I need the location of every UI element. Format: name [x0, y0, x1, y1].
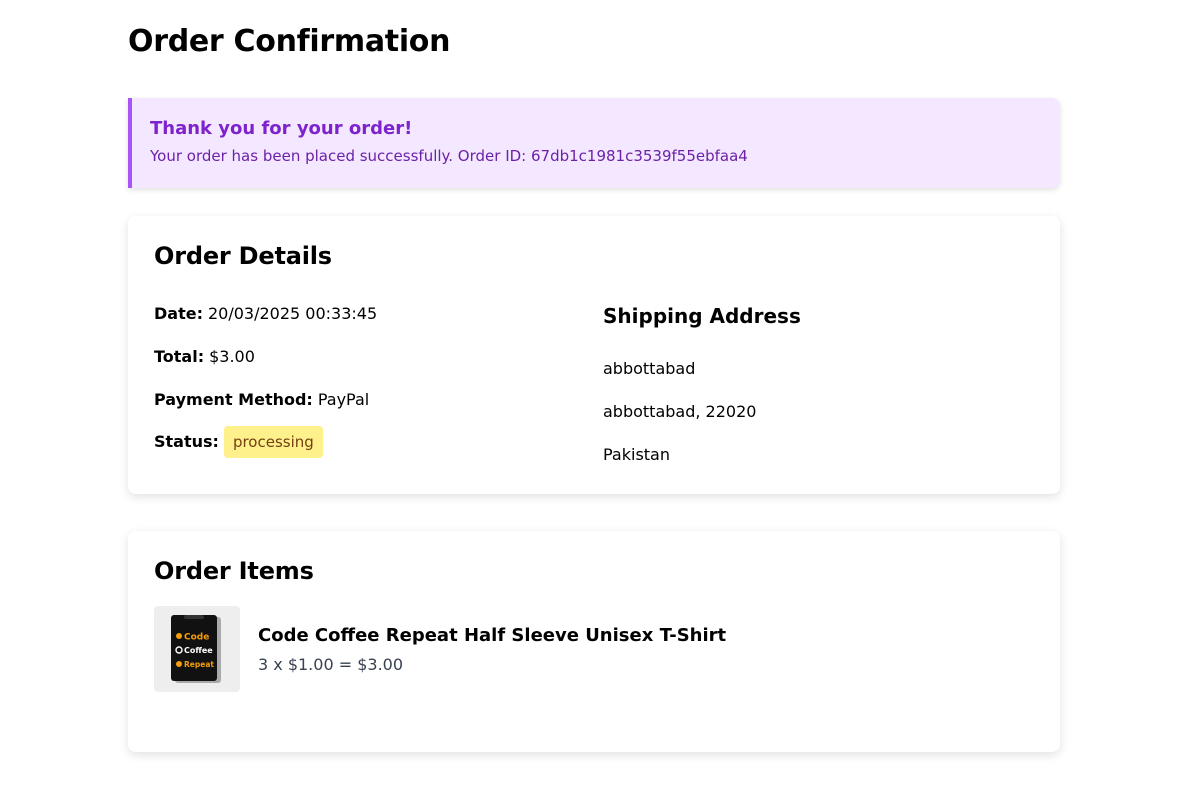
payment-label: Payment Method: [154, 390, 313, 409]
page-title: Order Confirmation [128, 24, 451, 59]
thumb-text-coffee: Coffee [184, 646, 213, 655]
product-price-line: 3 x $1.00 = $3.00 [258, 655, 404, 674]
order-items-title: Order Items [154, 557, 314, 585]
thumb-text-code: Code [184, 633, 209, 643]
order-total-row: Total: $3.00 [154, 347, 255, 367]
alert-message: Your order has been placed successfully.… [150, 147, 748, 165]
thumb-text-repeat: Repeat [184, 660, 214, 669]
tshirt-image: Code Coffee Repeat [171, 615, 221, 683]
order-date-row: Date: 20/03/2025 00:33:45 [154, 304, 377, 324]
payment-method-row: Payment Method: PayPal [154, 390, 369, 410]
product-thumbnail: Code Coffee Repeat [154, 606, 240, 692]
order-confirmation-page: Order Confirmation Thank you for your or… [0, 0, 1200, 800]
payment-value: PayPal [317, 390, 370, 409]
order-status-row: Status: processing [154, 426, 323, 458]
shipping-address-title: Shipping Address [603, 304, 801, 328]
status-badge: processing [223, 426, 323, 458]
order-details-title: Order Details [154, 242, 332, 270]
product-name: Code Coffee Repeat Half Sleeve Unisex T-… [258, 625, 727, 646]
success-alert: Thank you for your order! Your order has… [128, 98, 1060, 188]
shipping-address-line: abbottabad [603, 359, 696, 378]
order-details-card: Order Details Date: 20/03/2025 00:33:45 … [128, 216, 1060, 494]
total-value: $3.00 [209, 347, 255, 366]
date-value: 20/03/2025 00:33:45 [207, 304, 378, 323]
shipping-address-line: abbottabad, 22020 [603, 402, 757, 421]
date-label: Date: [154, 304, 203, 323]
total-label: Total: [154, 347, 205, 366]
shipping-address-line: Pakistan [603, 445, 670, 464]
order-items-card: Order Items Code Coffee Repeat Code Coff… [128, 531, 1060, 752]
alert-title: Thank you for your order! [150, 118, 413, 139]
status-label: Status: [154, 432, 219, 451]
